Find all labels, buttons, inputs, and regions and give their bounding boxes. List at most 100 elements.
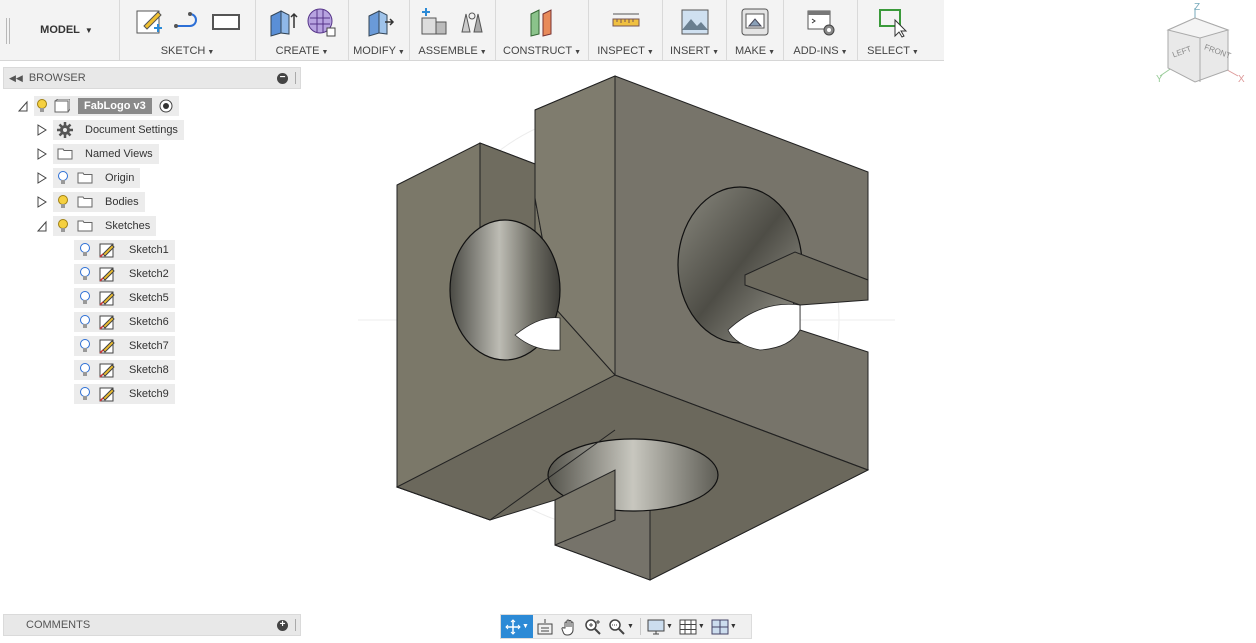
toolbar-group-construct[interactable]: CONSTRUCT ▼ xyxy=(496,0,589,60)
extrude-icon[interactable] xyxy=(267,6,299,38)
viewcube-x-label: X xyxy=(1238,74,1245,85)
display-settings-button[interactable]: ▼ xyxy=(644,615,676,638)
3d-print-icon[interactable] xyxy=(739,6,771,38)
chevron-down-icon: ▼ xyxy=(911,49,919,56)
lightbulb-off-icon[interactable] xyxy=(79,338,91,353)
sketch-icon xyxy=(99,291,115,306)
tree-root[interactable]: FabLogo v3 xyxy=(18,95,179,116)
scripts-addins-icon[interactable] xyxy=(805,6,837,38)
view-cube[interactable]: Z LEFT FRONT Y X xyxy=(1150,0,1250,92)
tree-item-label: Origin xyxy=(105,171,135,184)
toolbar-group-assemble[interactable]: ASSEMBLE ▼ xyxy=(410,0,496,60)
sketch-icon xyxy=(99,315,115,330)
collapsed-triangle-icon[interactable] xyxy=(37,147,47,160)
toolbar-group-insert[interactable]: INSERT ▼ xyxy=(663,0,727,60)
comments-title: COMMENTS xyxy=(26,619,91,631)
insert-image-icon[interactable] xyxy=(679,6,711,38)
joint-icon[interactable] xyxy=(456,6,488,38)
zoom-icon xyxy=(585,618,601,635)
comments-panel-header[interactable]: COMMENTS + xyxy=(3,614,301,636)
measure-icon[interactable] xyxy=(610,6,642,38)
pan-button[interactable] xyxy=(557,615,581,638)
toolbar-group-label: ADD-INS xyxy=(793,45,839,57)
tree-item-label: Bodies xyxy=(105,195,139,208)
toolbar-group-label: ASSEMBLE xyxy=(418,45,478,57)
collapsed-triangle-icon[interactable] xyxy=(37,171,47,184)
chevron-down-icon: ▼ xyxy=(84,25,93,35)
toolbar-grip[interactable] xyxy=(0,0,14,60)
toolbar-group-inspect[interactable]: INSPECT ▼ xyxy=(589,0,663,60)
canvas-viewport[interactable] xyxy=(0,0,1256,643)
tree-item-bodies[interactable]: Bodies xyxy=(37,191,145,212)
offset-plane-icon[interactable] xyxy=(526,6,558,38)
root-component-name[interactable]: FabLogo v3 xyxy=(78,97,152,114)
new-component-icon[interactable] xyxy=(418,6,450,38)
toolbar-group-label: INSPECT xyxy=(597,45,645,57)
tree-item-sketch[interactable]: Sketch1 xyxy=(74,239,175,260)
collapse-panel-icon[interactable]: ◀◀ xyxy=(9,73,23,84)
toolbar-group-addins[interactable]: ADD-INS ▼ xyxy=(784,0,858,60)
lightbulb-on-icon[interactable] xyxy=(57,218,69,233)
chevron-down-icon: ▼ xyxy=(627,623,634,630)
tree-item-sketch[interactable]: Sketch5 xyxy=(74,287,175,308)
lightbulb-off-icon[interactable] xyxy=(79,362,91,377)
fusion-app: MODEL ▼ SKETCH ▼ CREATE ▼ MODIFY ▼ ASSEM… xyxy=(0,0,1256,643)
select-icon[interactable] xyxy=(877,6,909,38)
viewports-icon xyxy=(711,619,729,634)
rectangle-icon[interactable] xyxy=(210,6,242,38)
sketch-label: Sketch2 xyxy=(129,267,169,280)
lightbulb-off-icon[interactable] xyxy=(57,170,69,185)
add-comment-icon[interactable]: + xyxy=(277,619,288,631)
collapsed-triangle-icon[interactable] xyxy=(37,195,47,208)
orbit-button[interactable]: ▼ xyxy=(501,615,533,638)
panel-resize-handle[interactable] xyxy=(295,619,296,631)
toolbar-group-label: SELECT xyxy=(867,45,910,57)
tree-item-sketches[interactable]: Sketches xyxy=(37,215,157,236)
lightbulb-off-icon[interactable] xyxy=(79,242,91,257)
toolbar-group-create[interactable]: CREATE ▼ xyxy=(256,0,349,60)
tree-item-origin[interactable]: Origin xyxy=(37,167,141,188)
tree-item-sketch[interactable]: Sketch9 xyxy=(74,383,175,404)
toolbar-group-sketch[interactable]: SKETCH ▼ xyxy=(120,0,256,60)
tree-item-sketch[interactable]: Sketch6 xyxy=(74,311,175,332)
toolbar-group-select[interactable]: SELECT ▼ xyxy=(858,0,928,60)
tree-item-sketch[interactable]: Sketch8 xyxy=(74,359,175,380)
lightbulb-off-icon[interactable] xyxy=(79,314,91,329)
expanded-triangle-icon[interactable] xyxy=(18,100,28,112)
sketch-label: Sketch6 xyxy=(129,315,169,328)
viewports-button[interactable]: ▼ xyxy=(708,615,740,638)
sketch-icon xyxy=(99,267,115,282)
lightbulb-off-icon[interactable] xyxy=(79,290,91,305)
zoom-button[interactable] xyxy=(581,615,605,638)
lightbulb-on-icon[interactable] xyxy=(36,98,48,113)
tree-item-sketch[interactable]: Sketch7 xyxy=(74,335,175,356)
line-icon[interactable] xyxy=(172,6,204,38)
grid-settings-button[interactable]: ▼ xyxy=(676,615,708,638)
expanded-triangle-icon[interactable] xyxy=(37,220,47,232)
chevron-down-icon: ▼ xyxy=(768,49,776,56)
create-sketch-icon[interactable] xyxy=(134,6,166,38)
browser-panel-header[interactable]: ◀◀ BROWSER − xyxy=(3,67,301,89)
panel-resize-handle[interactable] xyxy=(295,72,296,84)
folder-icon xyxy=(57,148,73,160)
cube-model[interactable] xyxy=(0,0,1256,643)
toolbar-group-make[interactable]: MAKE ▼ xyxy=(727,0,784,60)
collapsed-triangle-icon[interactable] xyxy=(37,123,47,136)
minimize-icon[interactable]: − xyxy=(277,72,288,84)
chevron-down-icon: ▼ xyxy=(397,49,405,56)
lightbulb-off-icon[interactable] xyxy=(79,266,91,281)
look-at-button[interactable] xyxy=(533,615,557,638)
tree-item-sketch[interactable]: Sketch2 xyxy=(74,263,175,284)
toolbar-group-modify[interactable]: MODIFY ▼ xyxy=(349,0,410,60)
workspace-switcher[interactable]: MODEL ▼ xyxy=(14,0,120,60)
tree-item-document-settings[interactable]: Document Settings xyxy=(37,119,184,140)
lightbulb-on-icon[interactable] xyxy=(57,194,69,209)
tree-item-named-views[interactable]: Named Views xyxy=(37,143,159,164)
zoom-window-button[interactable]: ▼ xyxy=(605,615,637,638)
activate-radio-icon[interactable] xyxy=(159,99,173,113)
zoom-window-icon xyxy=(609,618,625,635)
press-pull-icon[interactable] xyxy=(363,6,395,38)
sketch-label: Sketch1 xyxy=(129,243,169,256)
lightbulb-off-icon[interactable] xyxy=(79,386,91,401)
form-icon[interactable] xyxy=(305,6,337,38)
